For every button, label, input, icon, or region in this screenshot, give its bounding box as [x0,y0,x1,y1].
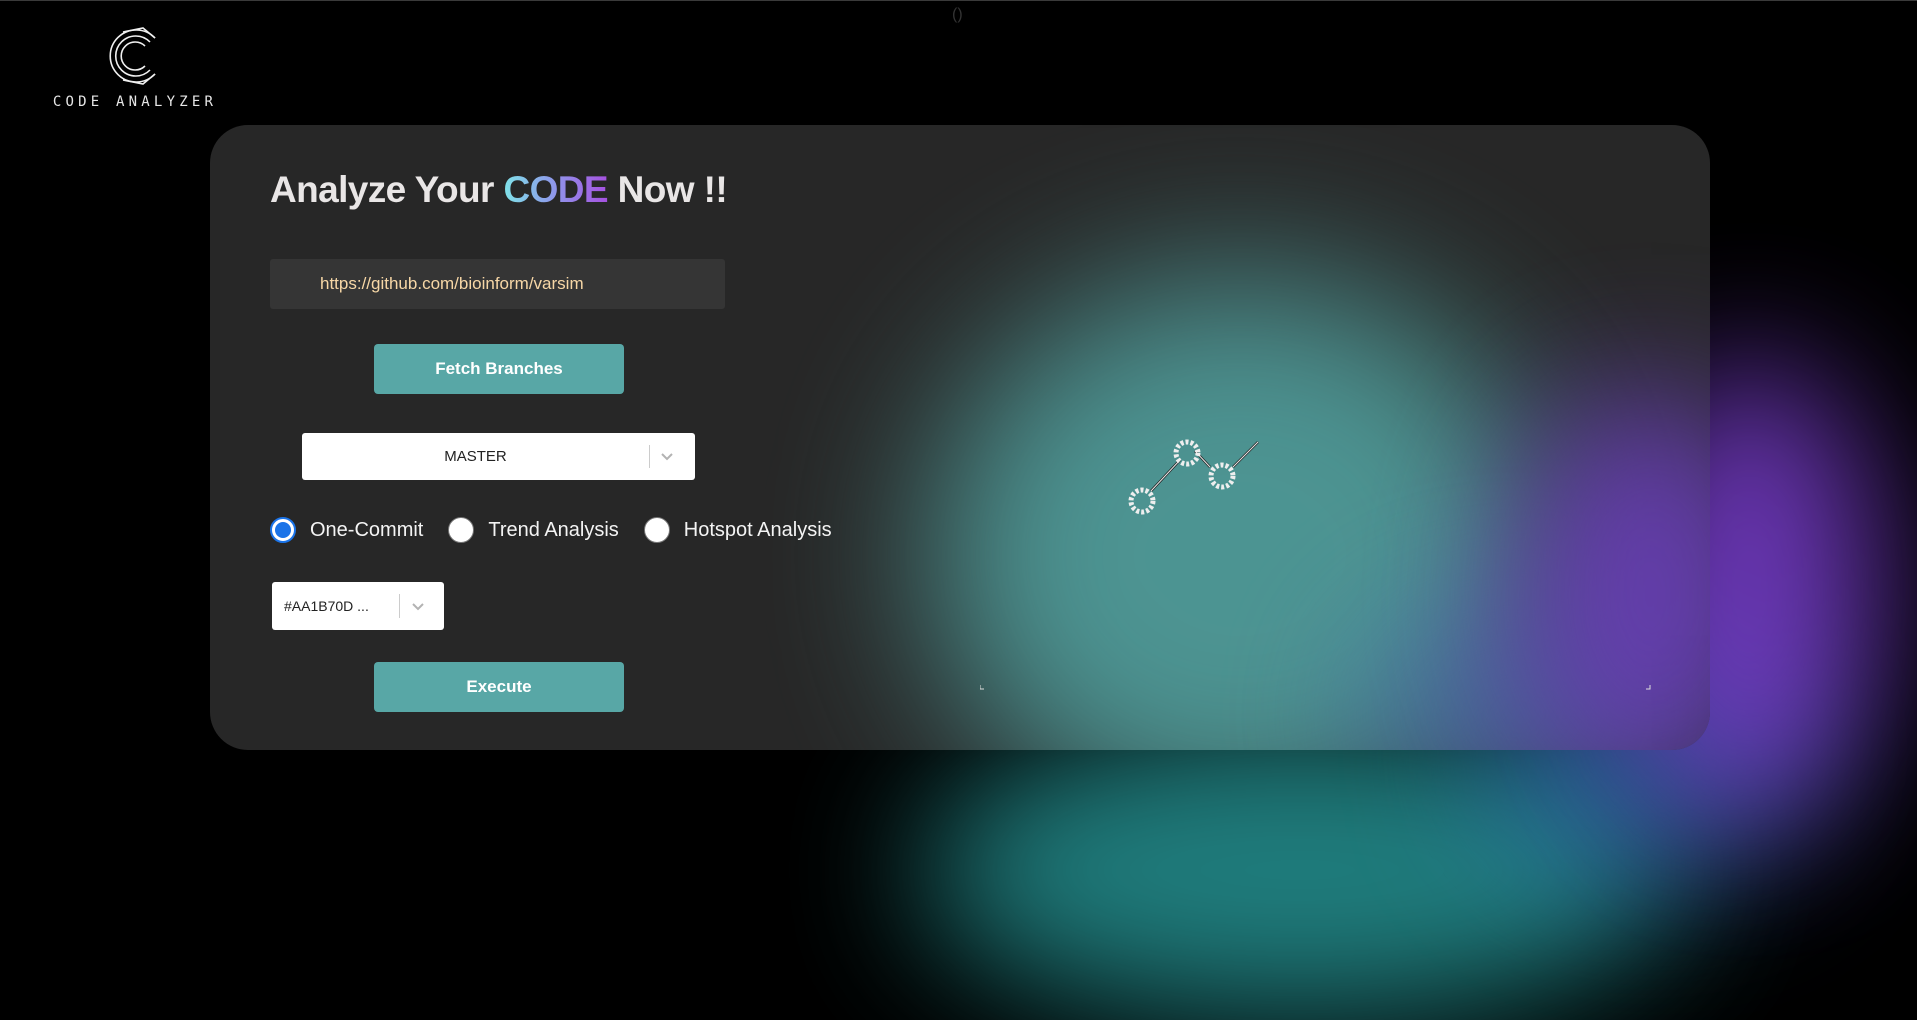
branch-select-value: MASTER [444,448,507,465]
page-title: Analyze Your CODE Now !! [270,169,728,211]
top-glyph: () [952,6,963,23]
radio-button[interactable] [643,517,670,543]
corner-marker [980,685,984,690]
radio-one-commit[interactable]: One-Commit [270,517,423,543]
select-separator [649,445,650,468]
title-suffix: Now !! [607,169,728,210]
analyzer-card: Analyze Your CODE Now !! Fetch Branches … [210,125,1710,750]
execute-button[interactable]: Execute [374,662,624,712]
title-prefix: Analyze Your [270,169,504,210]
radio-hotspot-analysis[interactable]: Hotspot Analysis [643,517,832,543]
commit-graph-icon [1128,439,1259,515]
background-glow-teal [920,720,1680,1020]
radio-button[interactable] [448,517,475,543]
repo-url-input[interactable] [270,259,725,309]
code-analyzer-logo-icon [109,27,156,85]
brand-name: CODE ANALYZER [52,94,218,110]
radio-label: Trend Analysis [488,518,619,541]
card-glow-purple [1510,385,1710,750]
radio-button[interactable] [270,517,296,543]
title-highlight: CODE [503,169,608,210]
radio-trend-analysis[interactable]: Trend Analysis [448,517,619,543]
corner-marker [1646,685,1651,690]
commit-select-value: #AA1B70D ... [284,598,369,614]
select-separator [399,594,400,618]
branch-select[interactable]: MASTER [302,433,695,480]
top-border [0,0,1917,1]
radio-label: Hotspot Analysis [683,518,832,541]
analysis-mode-group: One-Commit Trend Analysis Hotspot Analys… [270,513,857,547]
brand-logo[interactable]: CODE ANALYZER [50,24,220,114]
fetch-branches-button[interactable]: Fetch Branches [374,344,624,394]
chevron-down-icon[interactable] [659,448,675,464]
chevron-down-icon[interactable] [410,598,426,614]
commit-select[interactable]: #AA1B70D ... [272,582,444,630]
radio-label: One-Commit [310,518,424,541]
